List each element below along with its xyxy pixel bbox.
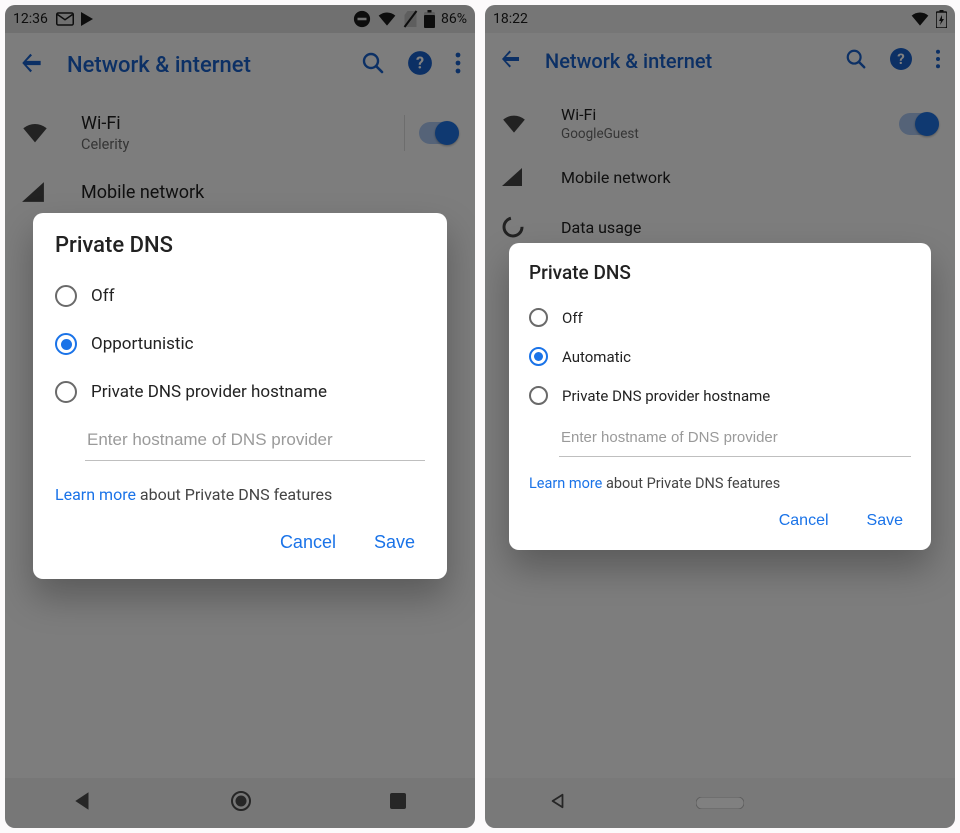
radio-label: Opportunistic [91, 334, 193, 354]
cancel-button[interactable]: Cancel [775, 506, 833, 536]
radio-hostname[interactable]: Private DNS provider hostname [529, 376, 911, 415]
learn-more-text: Learn more about Private DNS features [529, 469, 911, 496]
radio-icon [529, 308, 548, 327]
dialog-title: Private DNS [529, 261, 911, 284]
radio-icon [55, 285, 77, 307]
private-dns-dialog: Private DNS Off Automatic Private DNS pr… [509, 243, 931, 550]
radio-icon [529, 347, 548, 366]
private-dns-dialog: Private DNS Off Opportunistic Private DN… [33, 213, 447, 579]
radio-icon [55, 333, 77, 355]
radio-opportunistic[interactable]: Opportunistic [55, 320, 425, 368]
radio-label: Off [562, 309, 583, 327]
save-button[interactable]: Save [370, 526, 419, 559]
learn-more-link[interactable]: Learn more [55, 485, 136, 504]
learn-more-text: Learn more about Private DNS features [55, 473, 425, 512]
radio-icon [55, 381, 77, 403]
radio-off[interactable]: Off [55, 272, 425, 320]
radio-automatic[interactable]: Automatic [529, 337, 911, 376]
radio-off[interactable]: Off [529, 298, 911, 337]
radio-label: Automatic [562, 348, 631, 366]
radio-label: Private DNS provider hostname [562, 387, 770, 405]
cancel-button[interactable]: Cancel [276, 526, 340, 559]
radio-hostname[interactable]: Private DNS provider hostname [55, 368, 425, 416]
dns-hostname-input[interactable] [85, 420, 425, 461]
radio-label: Private DNS provider hostname [91, 382, 327, 402]
dns-hostname-input[interactable] [559, 419, 911, 457]
dialog-title: Private DNS [55, 233, 425, 258]
learn-more-link[interactable]: Learn more [529, 475, 602, 492]
phone-right: 18:22 Network & internet [485, 5, 955, 828]
save-button[interactable]: Save [863, 506, 907, 536]
phone-left: 12:36 [5, 5, 475, 828]
radio-icon [529, 386, 548, 405]
radio-label: Off [91, 286, 115, 306]
